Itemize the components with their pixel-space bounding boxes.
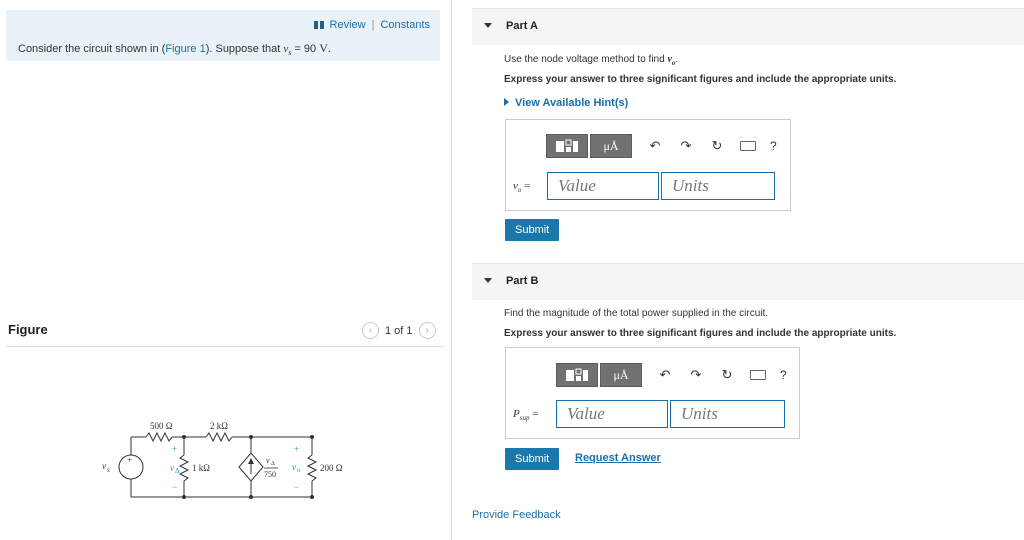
label-r1: 500 Ω xyxy=(150,421,173,431)
problem-unit: V xyxy=(319,41,328,55)
mu-icon: μÅ xyxy=(613,367,629,382)
constants-link[interactable]: Constants xyxy=(380,19,430,31)
templates-button[interactable] xyxy=(546,134,588,158)
label-r4: 200 Ω xyxy=(320,463,343,473)
part-a-toolbar: μÅ ↶ ↷ ↻ ? xyxy=(546,134,777,158)
problem-suffix: ). Suppose that xyxy=(205,43,284,55)
review-icon xyxy=(313,21,324,29)
provide-feedback-link[interactable]: Provide Feedback xyxy=(472,509,561,521)
dep-denominator: 750 xyxy=(264,470,276,479)
vdelta-minus: − xyxy=(172,482,177,492)
label-vs: v xyxy=(102,461,106,471)
view-hints-link[interactable]: View Available Hint(s) xyxy=(504,97,628,109)
vdelta-plus: + xyxy=(172,444,177,454)
part-a-value-input[interactable]: Value xyxy=(547,172,659,200)
hint-caret-icon xyxy=(504,98,509,106)
problem-period: . xyxy=(327,43,331,55)
figure-heading: Figure xyxy=(8,322,48,337)
figure-link[interactable]: Figure 1 xyxy=(165,43,205,55)
resistor-2k xyxy=(205,431,233,443)
part-b-title: Part B xyxy=(506,275,539,287)
circuit-diagram: 500 Ω 2 kΩ 1 kΩ 200 Ω v s + + v Δ − v Δ … xyxy=(102,421,343,499)
collapse-caret-icon[interactable] xyxy=(484,278,492,283)
part-b-submit-button[interactable]: Submit xyxy=(505,448,560,470)
label-r3: 1 kΩ xyxy=(192,463,210,473)
figure-pager: ‹ 1 of 1 › xyxy=(362,322,436,339)
request-answer-link[interactable]: Request Answer xyxy=(575,452,661,464)
help-icon[interactable]: ? xyxy=(780,368,787,382)
undo-icon[interactable]: ↶ xyxy=(657,367,673,383)
label-vo: v xyxy=(292,462,296,472)
part-b-var-label: Psup = xyxy=(513,408,539,423)
vo-minus: − xyxy=(294,482,299,492)
svg-text:Δ: Δ xyxy=(271,461,275,467)
resistor-1k xyxy=(178,454,190,482)
next-figure-button[interactable]: › xyxy=(418,322,436,339)
prev-figure-button[interactable]: ‹ xyxy=(362,322,379,339)
dep-numerator: v xyxy=(266,456,270,465)
part-b-value-input[interactable]: Value xyxy=(556,400,668,428)
source-plus: + xyxy=(127,455,132,465)
keyboard-icon[interactable] xyxy=(740,141,756,151)
label-r2: 2 kΩ xyxy=(210,421,228,431)
part-a-express: Express your answer to three significant… xyxy=(504,74,897,85)
svg-text:Δ: Δ xyxy=(175,467,180,475)
resistor-500 xyxy=(145,431,173,443)
help-icon[interactable]: ? xyxy=(770,139,777,153)
figure-page-indicator: 1 of 1 xyxy=(385,324,413,337)
collapse-caret-icon[interactable] xyxy=(484,23,492,28)
problem-statement-box: Review | Constants Consider the circuit … xyxy=(6,10,440,61)
review-link[interactable]: Review xyxy=(330,19,366,31)
part-a-instruction: Use the node voltage method to find vo. xyxy=(504,54,679,67)
label-vdelta: v xyxy=(170,463,174,473)
templates-icon xyxy=(556,139,578,152)
part-a-title: Part A xyxy=(506,20,538,32)
part-b-units-input[interactable]: Units xyxy=(670,400,785,428)
problem-text: Consider the circuit shown in (Figure 1)… xyxy=(18,41,331,57)
svg-text:o: o xyxy=(297,466,301,474)
redo-icon[interactable]: ↷ xyxy=(688,367,704,383)
units-button[interactable]: μÅ xyxy=(590,134,632,158)
redo-icon[interactable]: ↷ xyxy=(678,138,694,154)
mu-icon: μÅ xyxy=(603,138,619,153)
part-b-toolbar: μÅ ↶ ↷ ↻ ? xyxy=(556,363,787,387)
part-b-express: Express your answer to three significant… xyxy=(504,328,897,339)
units-button[interactable]: μÅ xyxy=(600,363,642,387)
part-b-instruction: Find the magnitude of the total power su… xyxy=(504,308,769,319)
problem-prefix: Consider the circuit shown in ( xyxy=(18,43,166,55)
part-a-units-input[interactable]: Units xyxy=(661,172,775,200)
review-constants-links: Review | Constants xyxy=(313,19,430,31)
keyboard-icon[interactable] xyxy=(750,370,766,380)
templates-button[interactable] xyxy=(556,363,598,387)
templates-icon xyxy=(566,368,588,381)
svg-text:s: s xyxy=(107,466,110,474)
part-a-submit-button[interactable]: Submit xyxy=(505,219,560,241)
vo-plus: + xyxy=(294,444,299,454)
part-a-var-label: vo = xyxy=(513,180,531,195)
undo-icon[interactable]: ↶ xyxy=(647,138,663,154)
panel-divider xyxy=(451,0,452,540)
resistor-200 xyxy=(306,454,318,482)
part-a-header[interactable]: Part A xyxy=(472,8,1024,45)
reset-icon[interactable]: ↻ xyxy=(709,138,725,154)
part-b-header[interactable]: Part B xyxy=(472,263,1024,300)
problem-value: = 90 xyxy=(291,43,317,55)
link-separator: | xyxy=(371,19,375,31)
figure-divider xyxy=(6,346,444,347)
reset-icon[interactable]: ↻ xyxy=(719,367,735,383)
